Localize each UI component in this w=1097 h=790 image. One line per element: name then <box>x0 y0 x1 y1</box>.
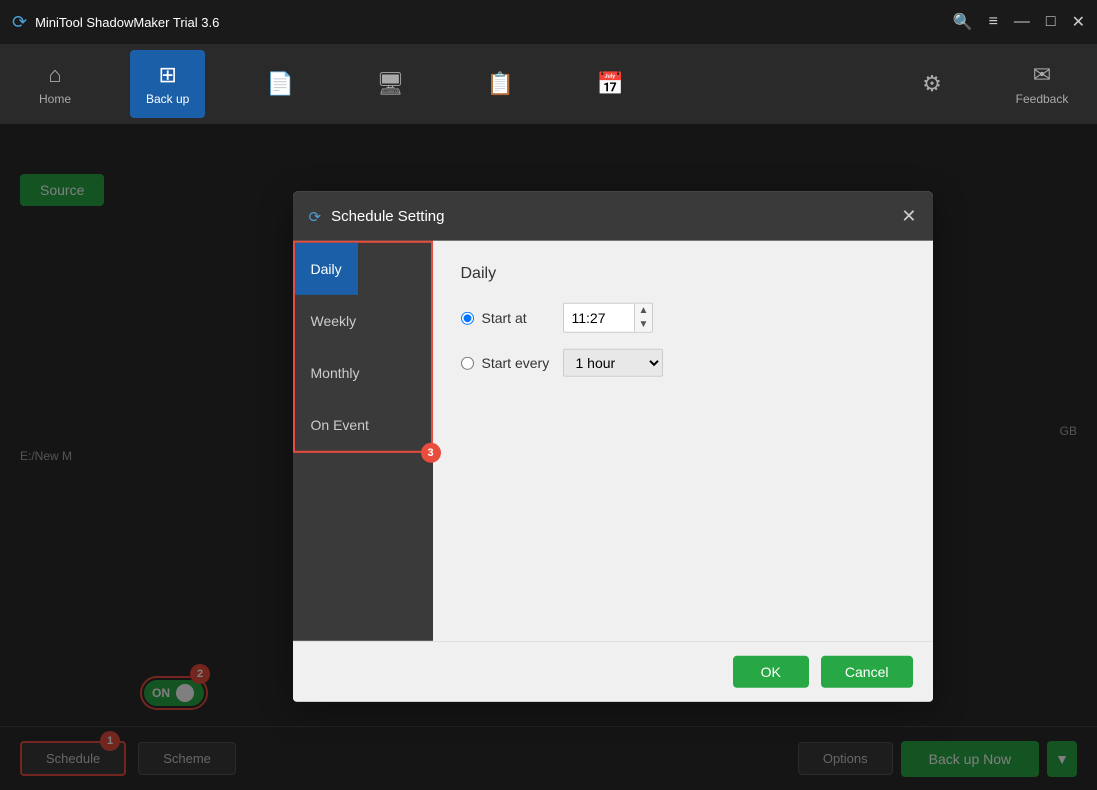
title-bar: ⟳ MiniTool ShadowMaker Trial 3.6 🔍 ≡ — □… <box>0 0 1097 44</box>
search-icon[interactable]: 🔍 <box>953 12 973 32</box>
close-icon[interactable]: ✕ <box>1072 12 1085 32</box>
badge-3: 3 <box>421 443 441 463</box>
dialog-title: Schedule Setting <box>331 208 444 225</box>
dialog-footer: OK Cancel <box>293 641 933 702</box>
time-spinners: ▲ ▼ <box>634 304 653 332</box>
start-every-radio-label[interactable]: Start every <box>461 355 551 371</box>
app-title: MiniTool ShadowMaker Trial 3.6 <box>35 15 219 30</box>
time-input-wrapper: ▲ ▼ <box>563 303 654 333</box>
dialog-close-button[interactable]: ✕ <box>901 206 916 227</box>
dialog-body: 3 Daily Weekly Monthly On Event Daily St… <box>293 241 933 641</box>
schedule-dialog: ⟳ Schedule Setting ✕ 3 Daily Weekly Mont… <box>293 192 933 702</box>
time-input[interactable] <box>564 306 634 330</box>
top-navigation: ⌂ Home ⊞ Back up 📄 🖥 📋 📅 ⚙ ✉ Feedback <box>0 44 1097 124</box>
start-at-row: Start at ▲ ▼ <box>461 303 905 333</box>
nav-calendar[interactable]: 📅 <box>575 71 645 97</box>
start-at-radio[interactable] <box>461 311 474 324</box>
sidebar-item-daily[interactable]: Daily <box>295 243 358 295</box>
start-every-label: Start every <box>482 355 550 371</box>
ok-button[interactable]: OK <box>733 656 809 688</box>
schedule-content-panel: Daily Start at ▲ ▼ <box>433 241 933 641</box>
minimize-icon[interactable]: — <box>1014 13 1030 31</box>
app-logo: ⟳ MiniTool ShadowMaker Trial 3.6 <box>12 12 219 33</box>
nav-connect[interactable]: 🖥 <box>355 71 425 97</box>
restore-nav-icon: 📄 <box>267 71 294 97</box>
dialog-header: ⟳ Schedule Setting ✕ <box>293 192 933 241</box>
home-icon: ⌂ <box>48 62 61 88</box>
cancel-button[interactable]: Cancel <box>821 656 913 688</box>
calendar-icon: 📅 <box>597 71 624 97</box>
start-at-label: Start at <box>482 310 527 326</box>
sidebar-item-monthly[interactable]: Monthly <box>295 347 376 399</box>
sidebar-item-on-event[interactable]: On Event <box>295 399 385 451</box>
logo-icon: ⟳ <box>12 12 27 33</box>
sidebar-items-box: 3 Daily Weekly Monthly On Event <box>293 241 433 453</box>
nav-home-label: Home <box>39 92 71 106</box>
time-up-button[interactable]: ▲ <box>635 304 653 318</box>
restore-icon[interactable]: □ <box>1046 13 1056 31</box>
time-down-button[interactable]: ▼ <box>635 318 653 332</box>
connect-icon: 🖥 <box>376 71 404 97</box>
nav-tools[interactable]: 📋 <box>465 71 535 97</box>
nav-settings[interactable]: ⚙ <box>897 71 967 97</box>
nav-feedback[interactable]: ✉ Feedback <box>1007 62 1077 106</box>
main-content: Source GB E:/New M 2 ON 1 Schedule Schem… <box>0 124 1097 790</box>
nav-home[interactable]: ⌂ Home <box>20 62 90 106</box>
settings-icon: ⚙ <box>922 71 942 97</box>
nav-backup-label: Back up <box>146 92 189 106</box>
window-controls: 🔍 ≡ — □ ✕ <box>953 12 1085 32</box>
feedback-icon: ✉ <box>1033 62 1051 88</box>
nav-backup[interactable]: ⊞ Back up <box>130 50 205 118</box>
sidebar-item-weekly[interactable]: Weekly <box>295 295 373 347</box>
start-every-row: Start every 1 hour <box>461 349 905 377</box>
menu-icon[interactable]: ≡ <box>989 13 998 31</box>
tools-icon: 📋 <box>487 71 514 97</box>
backup-icon: ⊞ <box>158 62 176 88</box>
dialog-icon: ⟳ <box>309 207 322 225</box>
start-every-radio[interactable] <box>461 356 474 369</box>
content-title: Daily <box>461 265 905 283</box>
hour-select[interactable]: 1 hour <box>563 349 663 377</box>
start-at-radio-label[interactable]: Start at <box>461 310 551 326</box>
nav-restore[interactable]: 📄 <box>245 71 315 97</box>
nav-feedback-label: Feedback <box>1016 92 1069 106</box>
schedule-sidebar: 3 Daily Weekly Monthly On Event <box>293 241 433 641</box>
